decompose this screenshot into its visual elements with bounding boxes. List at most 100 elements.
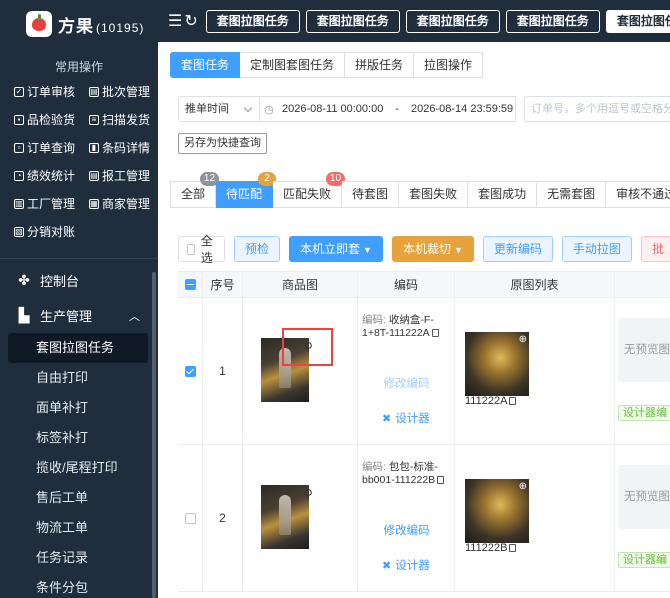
edit-code-link[interactable]: 修改编码 [358, 522, 455, 538]
menu-collapse-icon[interactable]: ☰ [168, 11, 182, 31]
status-tab-all[interactable]: 全部 12 [170, 172, 220, 208]
quick-item-distribution-reconcile[interactable]: ▧ 分销对账 [14, 223, 89, 240]
brand-row[interactable]: 方果 (10195) [0, 0, 158, 48]
status-tab-review-rejected[interactable]: 审核不通过 [606, 181, 670, 208]
quick-item-batch-management[interactable]: ▤ 批次管理 [89, 83, 158, 100]
submenu-aftersale[interactable]: 售后工单 [0, 483, 158, 513]
status-tab-match-failed[interactable]: 匹配失败 10 [273, 172, 346, 208]
row-seq: 1 [219, 364, 226, 378]
header-seq: 序号 [203, 272, 243, 297]
select-all-checkbox[interactable]: 全选 [178, 234, 226, 265]
menu-production[interactable]: ▙ 生产管理 ︿ [0, 298, 158, 333]
date-start: 2026-08-11 00:00:00 [282, 103, 384, 115]
main-content: 套图任务 定制图套图任务 拼版任务 拉图操作 推单时间 ◷ 2026-08-11… [158, 42, 670, 598]
quick-item-scan-ship[interactable]: ≡ 扫描发货 [89, 111, 158, 128]
designer-tag: 设计器编 [618, 405, 670, 421]
tab-custom-compose-task[interactable]: 定制图套图任务 [240, 52, 346, 78]
designer-link[interactable]: ✖ 设计器 [382, 410, 430, 426]
product-image-cell: ⚲ [243, 298, 358, 444]
page-tab[interactable]: 套图拉图任务 [405, 9, 500, 33]
table-row: 2 ⚲ 编码: 包包-标准-bb001-111222B 修改编码 ✖ 设计器 ⊕ … [178, 445, 670, 592]
tab-compose-task[interactable]: 套图任务 [170, 52, 241, 78]
submenu-logistics[interactable]: 物流工单 [0, 513, 158, 543]
inspect-icon: ▪ [14, 114, 24, 125]
order-search-input[interactable]: 订单号，多个用逗号或空格分隔 [524, 96, 670, 122]
update-code-button[interactable]: 更新编码 [482, 236, 553, 262]
local-compose-button[interactable]: 本机立即套 ▼ [289, 236, 383, 262]
status-tab-no-compose[interactable]: 无需套图 [537, 181, 607, 208]
search-doc-icon: ▫ [14, 142, 24, 153]
brand-count: (10195) [96, 20, 145, 35]
page-tab[interactable]: 套图拉图任务 [205, 9, 300, 33]
quick-item-quality-inspection[interactable]: ▪ 品检验货 [14, 111, 89, 128]
submenu-waybill-reprint[interactable]: 面单补打 [0, 393, 158, 423]
refresh-icon[interactable]: ↻ [184, 11, 197, 31]
preview-cell: 无预览图 设计器编 [615, 298, 670, 444]
zoom-icon[interactable]: ⊕ [519, 481, 527, 492]
status-tab-pending-match[interactable]: 待匹配 2 [216, 172, 277, 208]
edit-code-link-disabled[interactable]: 修改编码 [358, 375, 455, 391]
status-tab-compose-failed[interactable]: 套图失败 [399, 181, 469, 208]
factory-icon: ▥ [14, 198, 24, 209]
local-cut-button[interactable]: 本机裁切 ▼ [391, 236, 474, 262]
menu-dashboard[interactable]: ✤ 控制台 [0, 263, 158, 298]
checklist-icon: ✓ [14, 86, 24, 97]
quick-item-work-report[interactable]: ▤ 报工管理 [89, 167, 158, 184]
designer-link[interactable]: ✖ 设计器 [382, 557, 430, 573]
copy-icon[interactable] [509, 544, 517, 552]
page-tab[interactable]: 套图拉图任务 [505, 9, 600, 33]
quick-item-order-review[interactable]: ✓ 订单审核 [14, 83, 89, 100]
save-quick-query-button[interactable]: 另存为快捷查询 [178, 133, 267, 154]
no-preview-placeholder: 无预览图 [618, 465, 670, 529]
top-header: ☰ ↻ 套图拉图任务 套图拉图任务 套图拉图任务 套图拉图任务 套图拉图任 [158, 0, 670, 42]
product-image-cell: ⚲ [243, 445, 358, 591]
quick-item-order-query[interactable]: ▫ 订单查询 [14, 139, 89, 156]
page-tab-active[interactable]: 套图拉图任 [605, 9, 670, 33]
zoom-icon[interactable]: ⚲ [304, 487, 313, 501]
page-tabs: 套图拉图任务 套图拉图任务 套图拉图任务 套图拉图任务 套图拉图任 [205, 9, 670, 33]
copy-icon[interactable] [509, 397, 517, 405]
report-icon: ▤ [89, 170, 99, 181]
submenu-condition-package[interactable]: 条件分包 [0, 573, 158, 598]
copy-icon[interactable] [437, 476, 445, 485]
precheck-button[interactable]: 预检 [234, 236, 281, 262]
dashboard-icon: ✤ [18, 272, 30, 288]
code-cell: 编码: 包包-标准-bb001-111222B 修改编码 ✖ 设计器 [358, 445, 455, 591]
product-image[interactable] [261, 485, 309, 549]
submenu-compose-task[interactable]: 套图拉图任务 [8, 333, 148, 363]
submenu-pickup-print[interactable]: 揽收/尾程打印 [0, 453, 158, 483]
header-code: 编码 [358, 272, 455, 297]
checkbox[interactable] [187, 243, 195, 255]
header-product-image: 商品图 [243, 272, 358, 297]
tab-imposition-task[interactable]: 拼版任务 [345, 52, 415, 78]
submenu-label-reprint[interactable]: 标签补打 [0, 423, 158, 453]
status-tab-pending-compose[interactable]: 待套图 [342, 181, 400, 208]
original-image-caption: 111222A [465, 395, 517, 407]
filter-row: 推单时间 ◷ 2026-08-11 00:00:00 - 2026-08-14 … [178, 96, 670, 122]
row-checkbox[interactable] [184, 512, 196, 524]
quick-item-performance[interactable]: ◔ 绩效统计 [14, 167, 89, 184]
tab-pull-image[interactable]: 拉图操作 [414, 52, 484, 78]
merchant-icon: ▦ [89, 198, 99, 209]
seq-cell: 1 [203, 298, 243, 444]
status-tab-compose-success[interactable]: 套图成功 [468, 181, 538, 208]
row-checkbox-checked[interactable] [184, 365, 196, 377]
zoom-icon[interactable]: ⊕ [519, 334, 527, 345]
header-checkbox[interactable] [178, 272, 203, 297]
original-image[interactable]: ⊕ [465, 479, 529, 543]
quick-item-factory[interactable]: ▥ 工厂管理 [14, 195, 89, 212]
quick-item-merchant[interactable]: ▦ 商家管理 [89, 195, 158, 212]
submenu-free-print[interactable]: 自由打印 [0, 363, 158, 393]
manual-pull-button[interactable]: 手动拉图 [561, 236, 632, 262]
page-tab[interactable]: 套图拉图任务 [305, 9, 400, 33]
date-range-picker[interactable]: ◷ 2026-08-11 00:00:00 - 2026-08-14 23:59… [260, 96, 516, 122]
batch-button[interactable]: 批 [640, 236, 670, 262]
submenu-task-log[interactable]: 任务记录 [0, 543, 158, 573]
original-image[interactable]: ⊕ [465, 332, 529, 396]
row-seq: 2 [219, 511, 226, 525]
copy-icon[interactable] [431, 329, 439, 338]
quick-item-barcode-detail[interactable]: ▮ 条码详情 [89, 139, 158, 156]
sidebar-scrollbar[interactable] [152, 272, 156, 598]
designer-tag: 设计器编 [618, 552, 670, 568]
time-type-select[interactable]: 推单时间 [178, 96, 260, 122]
